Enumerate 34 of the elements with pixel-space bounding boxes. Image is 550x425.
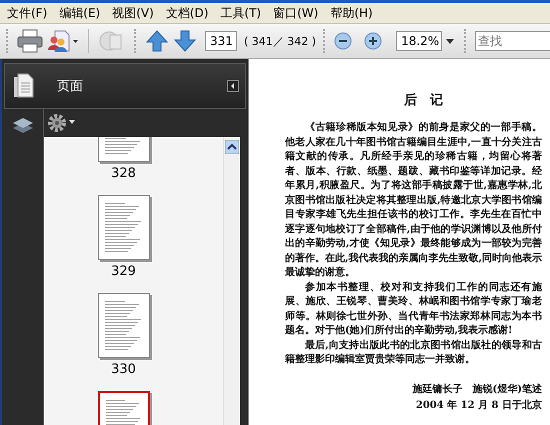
thumbnail-label: 329 [111, 264, 136, 279]
body-paragraph: 《古籍珍稀版本知见录》的前身是家父的一部手稿。他老人家在几十年图书馆古籍编目生涯中,一直十分关注古籍文献的传承。凡所经手亲见的珍稀古籍，均留心将著者、版本、行款、纸墨、题跋、藏书印鉴等详加记录。经年累月,积腋盈尺。为了将这部手稿披露于世,嘉惠学林,北京图书馆出版社决定将其整理出版,特邀北京大学图书馆编目专家李雄飞先生担任该书的校订工作。李先生在百忙中逐字逐句地校订了全部稿件,由于他的学识渊博以及他所付出的辛勤劳动,才使《知见录》最终能够成为一部较为完善的著作。在此,我代表我的亲属向李先生致敬,同时向他表示最诚挚的谢意。 [285, 121, 542, 280]
printer-icon[interactable] [17, 29, 43, 53]
page-count: ( 341／ 342 ) [244, 34, 316, 48]
page-thumbnail[interactable] [98, 293, 150, 358]
signature-line: 2004 年 12 月 8 日于北京 [414, 398, 542, 412]
zoom-field[interactable]: 18.2% [396, 31, 442, 51]
pages-icon[interactable] [13, 73, 35, 99]
thumbnail-label: 328 [111, 166, 136, 181]
menu-item[interactable]: 帮助(H) [327, 4, 382, 22]
next-page-icon[interactable] [173, 29, 197, 53]
menu-item[interactable]: 文件(F) [4, 4, 56, 22]
panel-title: 页面 [57, 78, 84, 95]
previous-page-icon[interactable] [145, 29, 169, 53]
menu-item[interactable]: 编辑(E) [56, 4, 110, 22]
scroll-up-icon[interactable] [225, 140, 239, 154]
menu-item[interactable]: 视图(V) [109, 4, 163, 22]
zoom-in-icon[interactable] [364, 32, 382, 50]
thumbnail-label: 330 [111, 362, 136, 377]
collapse-icon[interactable] [227, 80, 239, 92]
caret-icon[interactable] [446, 38, 454, 44]
signature-line: 施廷镛长子 施锐(煜华)笔述 [412, 382, 542, 396]
body-paragraph: 参加本书整理、校对和支持我们工作的同志还有施展、施欣、王锐琴、曹美玲、林岷和图书馆学专家丁瑜老师等。林则徐七世外孙、当代青年书法家郑林同志为本书题名。对于他(她)们所付出的辛勤劳动,我表示感谢! [285, 280, 542, 338]
menu-item[interactable]: 文档(D) [162, 4, 218, 22]
zoom-out-icon[interactable] [334, 32, 352, 50]
page-heading: 后 记 [402, 92, 444, 109]
gear-icon[interactable] [48, 114, 76, 132]
menu-item[interactable]: 窗口(W) [270, 4, 328, 22]
search-field[interactable]: 查找 [475, 31, 550, 51]
menu-item[interactable]: 工具(T) [217, 4, 270, 22]
page-number-field[interactable]: 331 [205, 31, 237, 51]
users-icon[interactable] [47, 29, 79, 53]
body-paragraph: 最后,向支持出版此书的北京图书馆出版社的领导和古籍整理影印编辑室贾贵荣等同志一并致谢。 [285, 338, 542, 367]
page-thumbnail[interactable] [98, 195, 150, 260]
